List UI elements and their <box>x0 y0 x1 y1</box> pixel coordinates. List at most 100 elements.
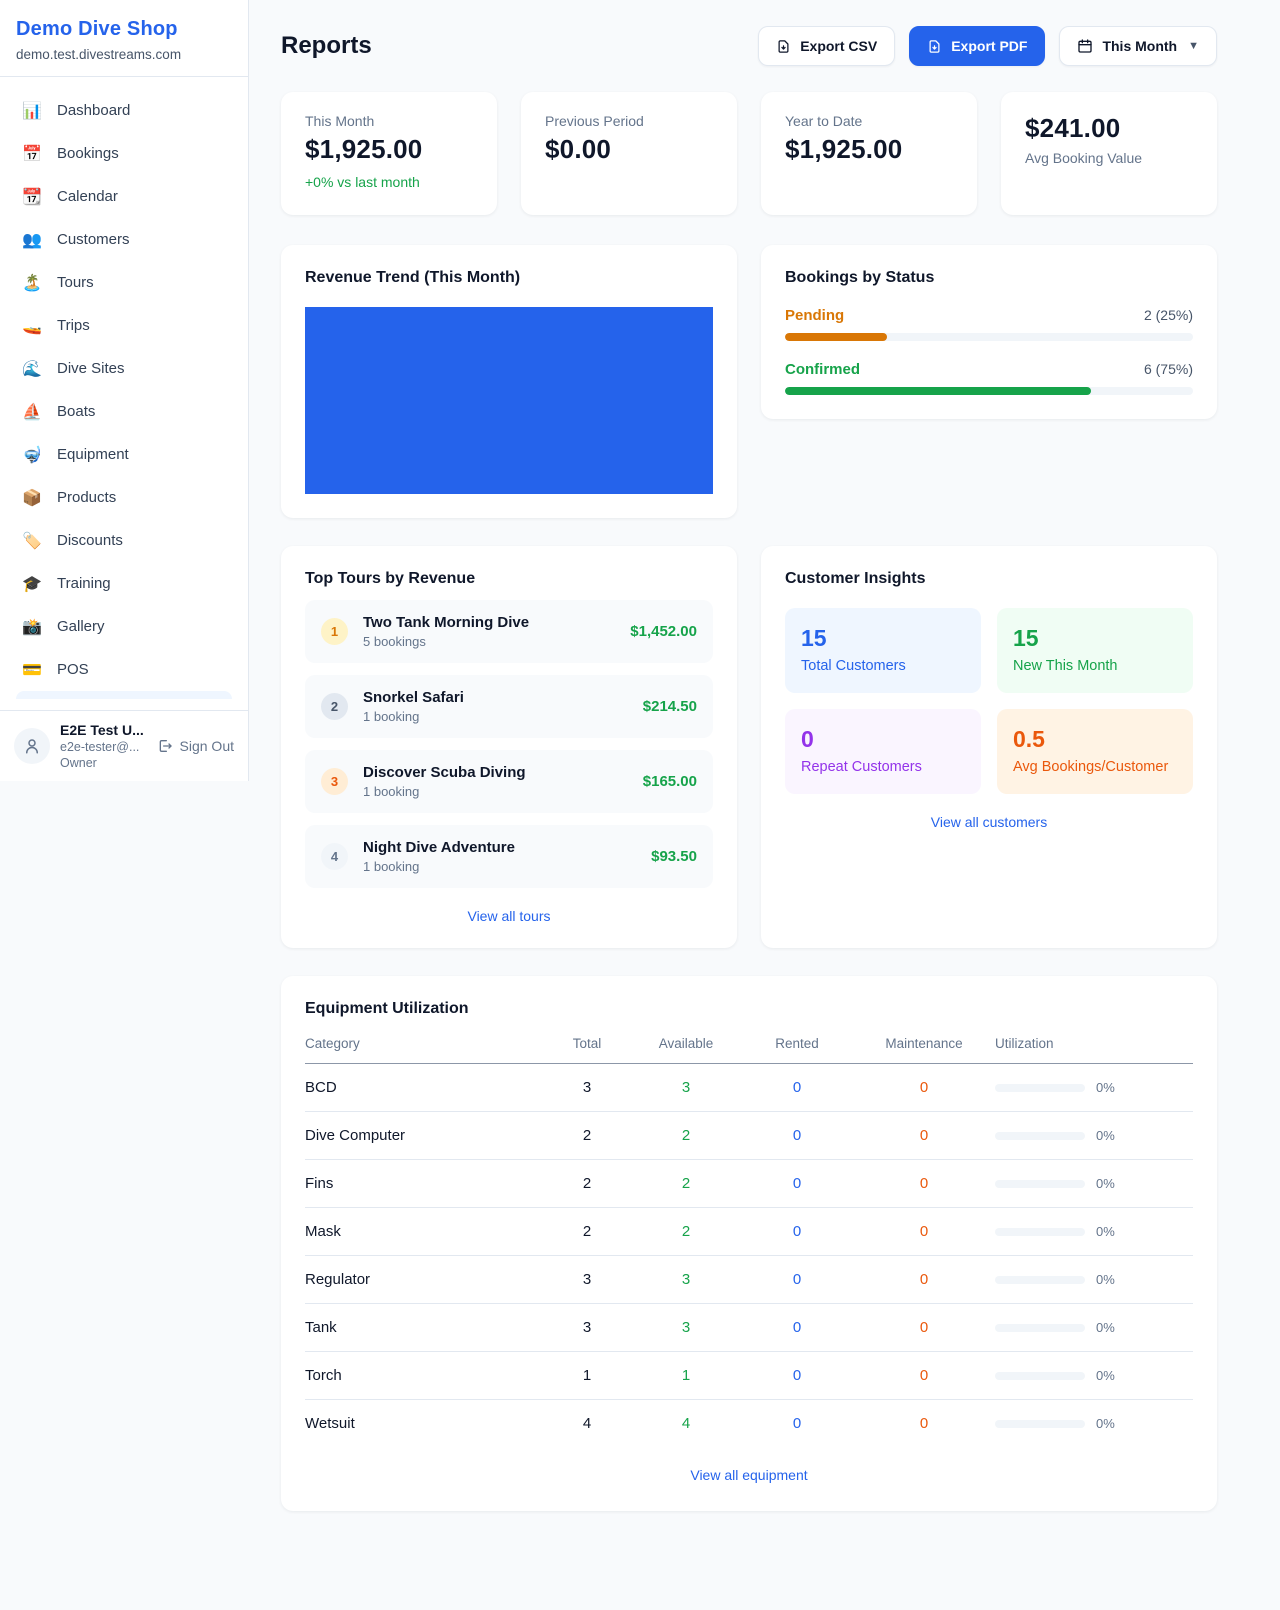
dive-sites-icon: 🌊 <box>22 359 42 379</box>
user-panel: E2E Test U... e2e-tester@... Owner Sign … <box>0 710 248 781</box>
shop-domain: demo.test.divestreams.com <box>16 47 232 62</box>
view-all-tours-link[interactable]: View all tours <box>305 908 713 924</box>
sidebar-item-bookings[interactable]: 📅 Bookings <box>8 132 240 175</box>
sidebar-item-dashboard[interactable]: 📊 Dashboard <box>8 89 240 132</box>
sidebar-item-pos[interactable]: 💳 POS <box>8 648 240 691</box>
view-all-equipment-link[interactable]: View all equipment <box>305 1467 1193 1483</box>
utilization-bar <box>995 1084 1085 1092</box>
eq-total: 2 <box>543 1223 631 1240</box>
tour-revenue: $165.00 <box>643 773 697 790</box>
tour-revenue: $93.50 <box>651 848 697 865</box>
status-count: 6 (75%) <box>1144 361 1193 377</box>
stat-card-year-to-date: Year to Date $1,925.00 <box>761 92 977 215</box>
equipment-utilization-card: Equipment Utilization Category Total Ava… <box>281 976 1217 1511</box>
export-csv-label: Export CSV <box>800 38 877 54</box>
stat-value: $1,925.00 <box>785 134 953 165</box>
revenue-trend-card: Revenue Trend (This Month) <box>281 245 737 518</box>
tour-revenue: $1,452.00 <box>630 623 697 640</box>
period-selector[interactable]: This Month ▼ <box>1059 26 1217 66</box>
tour-name: Night Dive Adventure <box>363 839 515 856</box>
utilization-percent: 0% <box>1096 1128 1115 1143</box>
sidebar-item-tours[interactable]: 🏝️ Tours <box>8 261 240 304</box>
eq-available: 1 <box>631 1367 741 1384</box>
pos-icon: 💳 <box>22 660 42 680</box>
sidebar-item-discounts[interactable]: 🏷️ Discounts <box>8 519 240 562</box>
sidebar-item-label: Gallery <box>57 618 105 635</box>
col-total: Total <box>543 1036 631 1051</box>
sidebar-item-label: Trips <box>57 317 90 334</box>
tour-name: Discover Scuba Diving <box>363 764 526 781</box>
user-email: e2e-tester@... <box>60 740 144 754</box>
sidebar-item-training[interactable]: 🎓 Training <box>8 562 240 605</box>
utilization-percent: 0% <box>1096 1224 1115 1239</box>
sign-out-button[interactable]: Sign Out <box>157 738 234 754</box>
sidebar-item-reports-partial[interactable] <box>16 691 232 699</box>
rank-badge: 1 <box>321 618 348 645</box>
status-progress-track <box>785 333 1193 341</box>
utilization-bar <box>995 1228 1085 1236</box>
export-csv-button[interactable]: Export CSV <box>758 26 895 66</box>
eq-total: 3 <box>543 1271 631 1288</box>
gallery-icon: 📸 <box>22 617 42 637</box>
table-row: Regulator 3 3 0 0 0% <box>305 1256 1193 1304</box>
sign-out-icon <box>157 738 173 754</box>
rank-badge: 4 <box>321 843 348 870</box>
period-label: This Month <box>1102 38 1177 54</box>
sidebar-item-label: Tours <box>57 274 94 291</box>
utilization-bar <box>995 1372 1085 1380</box>
user-meta: E2E Test U... e2e-tester@... Owner <box>60 722 144 770</box>
utilization-percent: 0% <box>1096 1272 1115 1287</box>
sidebar-item-trips[interactable]: 🚤 Trips <box>8 304 240 347</box>
avatar <box>14 728 50 764</box>
calendar-icon: 📆 <box>22 187 42 207</box>
sidebar-item-equipment[interactable]: 🤿 Equipment <box>8 433 240 476</box>
eq-rented: 0 <box>741 1127 853 1144</box>
tour-row: 4 Night Dive Adventure 1 booking $93.50 <box>305 825 713 888</box>
eq-available: 3 <box>631 1319 741 1336</box>
insight-value: 15 <box>801 625 965 652</box>
insight-label: Total Customers <box>801 658 965 674</box>
table-row: Mask 2 2 0 0 0% <box>305 1208 1193 1256</box>
view-all-customers-link[interactable]: View all customers <box>785 814 1193 830</box>
sidebar-item-calendar[interactable]: 📆 Calendar <box>8 175 240 218</box>
sidebar-item-products[interactable]: 📦 Products <box>8 476 240 519</box>
eq-maintenance: 0 <box>853 1319 995 1336</box>
shop-name: Demo Dive Shop <box>16 18 232 41</box>
status-progress-track <box>785 387 1193 395</box>
sidebar-item-boats[interactable]: ⛵ Boats <box>8 390 240 433</box>
stat-delta: +0% vs last month <box>305 174 473 190</box>
eq-maintenance: 0 <box>853 1415 995 1432</box>
sidebar-header: Demo Dive Shop demo.test.divestreams.com <box>0 0 248 77</box>
sidebar-item-label: POS <box>57 661 89 678</box>
equipment-table-header: Category Total Available Rented Maintena… <box>305 1018 1193 1064</box>
tour-bookings: 1 booking <box>363 784 526 799</box>
eq-category: Torch <box>305 1367 543 1384</box>
eq-category: Dive Computer <box>305 1127 543 1144</box>
col-rented: Rented <box>741 1036 853 1051</box>
status-label: Confirmed <box>785 361 860 378</box>
insight-tile-total-customers: 15 Total Customers <box>785 608 981 693</box>
eq-maintenance: 0 <box>853 1127 995 1144</box>
export-pdf-label: Export PDF <box>951 38 1027 54</box>
sidebar-item-gallery[interactable]: 📸 Gallery <box>8 605 240 648</box>
insight-label: Repeat Customers <box>801 759 965 775</box>
status-count: 2 (25%) <box>1144 307 1193 323</box>
export-pdf-button[interactable]: Export PDF <box>909 26 1045 66</box>
table-row: Dive Computer 2 2 0 0 0% <box>305 1112 1193 1160</box>
user-name: E2E Test U... <box>60 722 144 738</box>
sidebar: Demo Dive Shop demo.test.divestreams.com… <box>0 0 249 781</box>
page-header: Reports Export CSV Export PDF This Month <box>281 26 1217 66</box>
eq-available: 3 <box>631 1079 741 1096</box>
trips-icon: 🚤 <box>22 316 42 336</box>
user-role: Owner <box>60 756 144 770</box>
sidebar-item-dive-sites[interactable]: 🌊 Dive Sites <box>8 347 240 390</box>
sidebar-item-label: Customers <box>57 231 130 248</box>
sidebar-item-customers[interactable]: 👥 Customers <box>8 218 240 261</box>
training-icon: 🎓 <box>22 574 42 594</box>
tours-list: 1 Two Tank Morning Dive 5 bookings $1,45… <box>305 600 713 888</box>
eq-total: 2 <box>543 1127 631 1144</box>
eq-rented: 0 <box>741 1415 853 1432</box>
tour-name: Snorkel Safari <box>363 689 464 706</box>
tour-name: Two Tank Morning Dive <box>363 614 529 631</box>
bookings-icon: 📅 <box>22 144 42 164</box>
